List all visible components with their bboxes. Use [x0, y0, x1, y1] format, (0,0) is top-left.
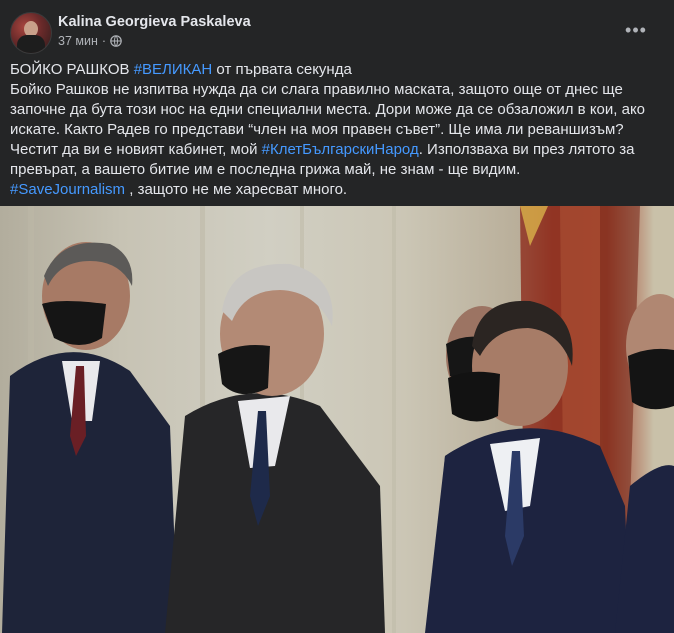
meta-separator: · [101, 34, 107, 48]
hashtag-save-journalism[interactable]: #SaveJournalism [10, 181, 125, 198]
post-meta: 37 мин · [58, 34, 122, 48]
hashtag-klet-balgarski-narod[interactable]: #КлетБългарскиНарод [262, 141, 419, 158]
author-avatar[interactable] [10, 12, 52, 54]
author-name[interactable]: Kalina Georgieva Paskaleva [58, 14, 251, 30]
post-line-4: искате. Както Радев го представи “член н… [10, 121, 624, 138]
line1-suffix: от първата секунда [212, 61, 352, 78]
post-line-6: превърат, а вашето битие им е последна г… [10, 161, 521, 178]
avatar-body [17, 35, 45, 53]
post-text: БОЙКО РАШКОВ #ВЕЛИКАН от първата секунда… [10, 60, 660, 200]
post-header: Kalina Georgieva Paskaleva 37 мин · ••• [10, 12, 664, 56]
line5-suffix: . Използваха ви през лятото за [418, 141, 635, 158]
post-line-2: Бойко Рашков не изпитва нужда да си слаг… [10, 81, 623, 98]
photo-illustration [2, 206, 674, 633]
post-line-3: започне да бута този нос на едни специал… [10, 101, 646, 118]
post-line-5: Честит да ви е новият кабинет, мой #Клет… [10, 140, 660, 160]
post-photo[interactable] [0, 206, 674, 633]
line7-suffix: , защото не ме харесват много. [125, 181, 348, 198]
globe-icon[interactable] [110, 35, 122, 47]
hashtag-velikan[interactable]: #ВЕЛИКАН [134, 61, 213, 78]
post-time[interactable]: 37 мин [58, 34, 98, 48]
post-line-7: #SaveJournalism , защото не ме харесват … [10, 180, 660, 200]
post-line-1: БОЙКО РАШКОВ #ВЕЛИКАН от първата секунда [10, 60, 660, 80]
line1-prefix: БОЙКО РАШКОВ [10, 61, 134, 78]
line5-prefix: Честит да ви е новият кабинет, мой [10, 141, 262, 158]
more-horizontal-icon[interactable]: ••• [622, 20, 650, 40]
